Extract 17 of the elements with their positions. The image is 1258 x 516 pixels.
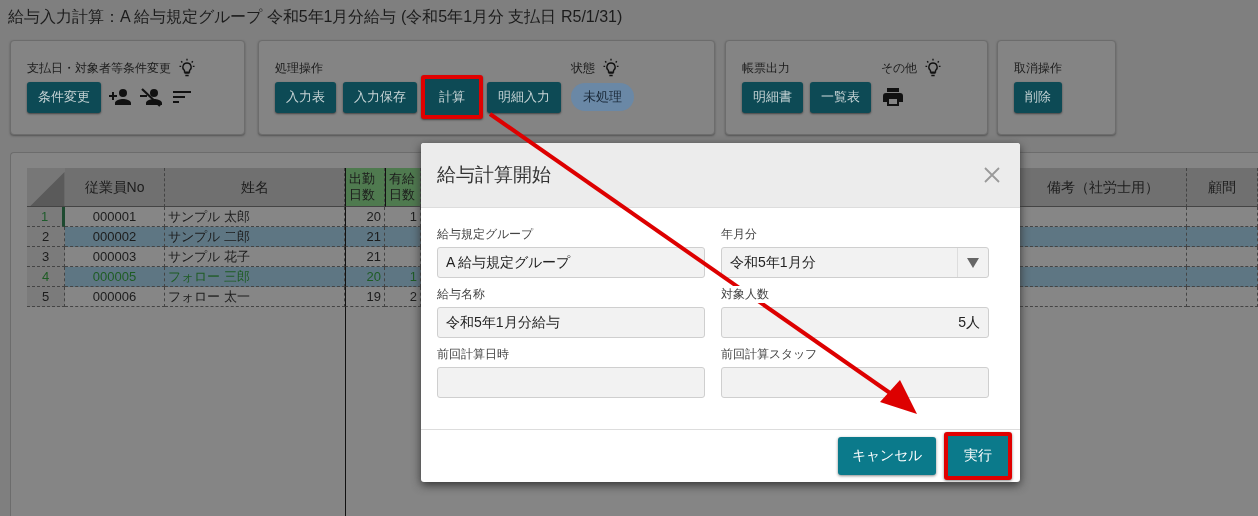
- field-label: 対象人数: [721, 286, 769, 303]
- field-label: 前回計算スタッフ: [721, 346, 817, 363]
- page-title: 給与入力計算：A 給与規定グループ 令和5年1月分給与 (令和5年1月分 支払日 R5/1/31): [8, 7, 623, 27]
- group-label: 支払日・対象者等条件変更: [27, 59, 171, 77]
- field-label: 給与名称: [437, 286, 485, 303]
- field-label: 前回計算日時: [437, 346, 509, 363]
- group-label: 状態: [571, 59, 595, 77]
- field-label: 給与規定グループ: [437, 226, 533, 243]
- group-label: その他: [881, 59, 917, 77]
- field-label: 年月分: [721, 226, 757, 243]
- status-badge: 未処理: [571, 83, 634, 111]
- table-cell: 000006: [65, 287, 165, 307]
- table-cell: 19: [345, 287, 385, 307]
- group-label: 処理操作: [275, 59, 323, 77]
- group-label: 帳票出力: [742, 59, 790, 77]
- dialog-title: 給与計算開始: [437, 163, 551, 187]
- group-label: 取消操作: [1014, 59, 1062, 77]
